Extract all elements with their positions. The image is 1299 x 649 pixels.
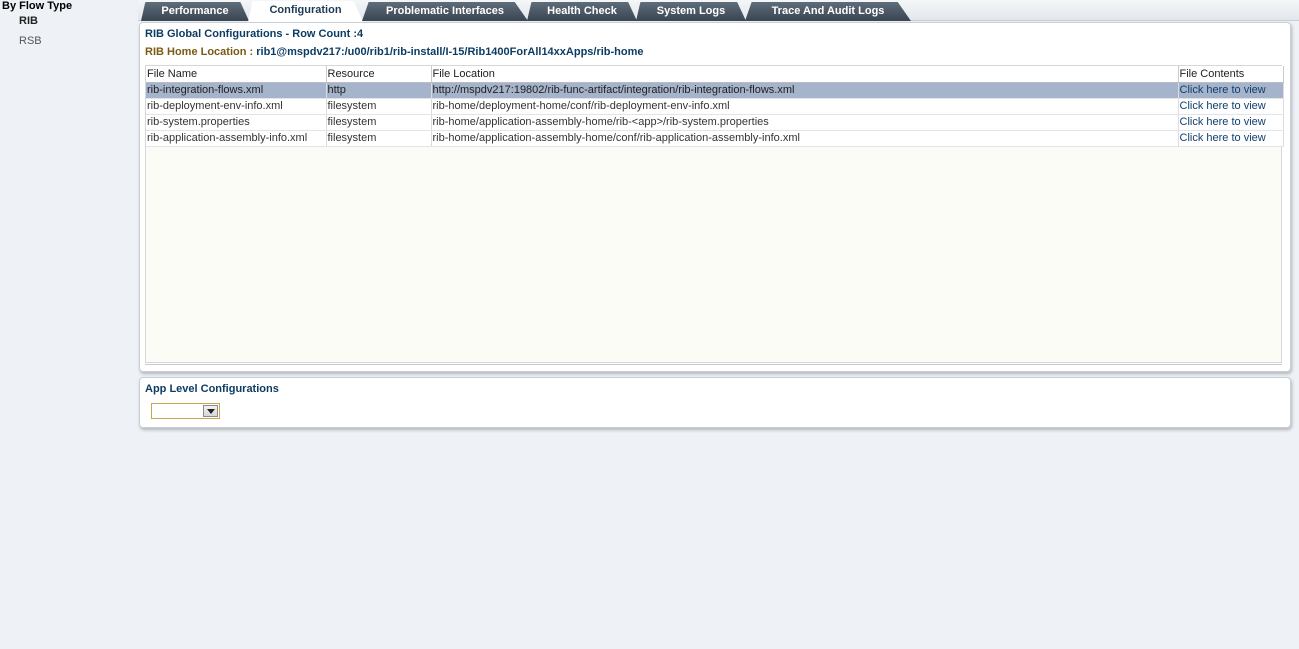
view-file-link[interactable]: Click here to view [1180, 84, 1266, 96]
tab-bar: Performance Configuration Problematic In… [138, 0, 1299, 22]
view-file-link[interactable]: Click here to view [1180, 132, 1266, 144]
app-select-dropdown[interactable] [151, 403, 220, 419]
column-header-file-location[interactable]: File Location [431, 66, 1179, 83]
cell-file-name: rib-application-assembly-info.xml [146, 130, 327, 147]
dropdown-arrow-button[interactable] [203, 405, 218, 417]
cell-file-name: rib-system.properties [146, 114, 327, 131]
view-file-link[interactable]: Click here to view [1180, 100, 1266, 112]
cell-resource: filesystem [326, 98, 432, 115]
config-files-table: File Name Resource File Location File Co… [146, 66, 1284, 147]
tab-problematic-interfaces[interactable]: Problematic Interfaces [362, 2, 528, 21]
tab-health-check[interactable]: Health Check [527, 2, 637, 21]
tab-configuration[interactable]: Configuration [248, 1, 363, 22]
global-config-panel: RIB Global Configurations - Row Count :4… [139, 22, 1291, 372]
cell-file-contents: Click here to view [1178, 98, 1284, 115]
cell-file-location: rib-home/deployment-home/conf/rib-deploy… [431, 98, 1179, 115]
home-location: RIB Home Location : rib1@mspdv217:/u00/r… [145, 46, 644, 58]
column-header-file-contents[interactable]: File Contents [1178, 66, 1284, 83]
column-header-file-name[interactable]: File Name [146, 66, 327, 83]
chevron-down-icon [207, 409, 215, 414]
tab-trace-audit-logs[interactable]: Trace And Audit Logs [745, 2, 911, 21]
table-row[interactable]: rib-system.properties filesystem rib-hom… [146, 114, 1284, 131]
tab-system-logs[interactable]: System Logs [636, 2, 746, 21]
app-config-title: App Level Configurations [145, 383, 279, 395]
config-files-table-area: File Name Resource File Location File Co… [145, 65, 1284, 363]
cell-resource: http [326, 82, 432, 99]
table-footer-divider [145, 364, 1282, 365]
app-config-panel: App Level Configurations [139, 377, 1291, 428]
view-file-link[interactable]: Click here to view [1180, 116, 1266, 128]
tab-performance[interactable]: Performance [141, 2, 249, 21]
home-location-label: RIB Home Location : [145, 46, 254, 58]
table-row[interactable]: rib-integration-flows.xml http http://ms… [146, 82, 1284, 99]
flow-item-rsb[interactable]: RSB [19, 35, 42, 47]
cell-file-name: rib-deployment-env-info.xml [146, 98, 327, 115]
cell-file-location: rib-home/application-assembly-home/rib-<… [431, 114, 1179, 131]
table-row[interactable]: rib-application-assembly-info.xml filesy… [146, 130, 1284, 147]
cell-resource: filesystem [326, 114, 432, 131]
cell-file-contents: Click here to view [1178, 130, 1284, 147]
home-location-value: rib1@mspdv217:/u00/rib1/rib-install/I-15… [256, 46, 644, 58]
cell-file-name: rib-integration-flows.xml [146, 82, 327, 99]
column-header-resource[interactable]: Resource [326, 66, 432, 83]
cell-file-contents: Click here to view [1178, 114, 1284, 131]
sidebar-title: By Flow Type [2, 0, 73, 12]
table-row[interactable]: rib-deployment-env-info.xml filesystem r… [146, 98, 1284, 115]
flow-type-sidebar: By Flow Type RIB RSB [0, 0, 136, 649]
cell-resource: filesystem [326, 130, 432, 147]
global-config-title: RIB Global Configurations - Row Count :4 [145, 28, 364, 40]
cell-file-location: rib-home/application-assembly-home/conf/… [431, 130, 1179, 147]
cell-file-location: http://mspdv217:19802/rib-func-artifact/… [431, 82, 1179, 99]
cell-file-contents: Click here to view [1178, 82, 1284, 99]
table-header-row: File Name Resource File Location File Co… [146, 66, 1284, 83]
flow-item-rib[interactable]: RIB [19, 15, 38, 27]
